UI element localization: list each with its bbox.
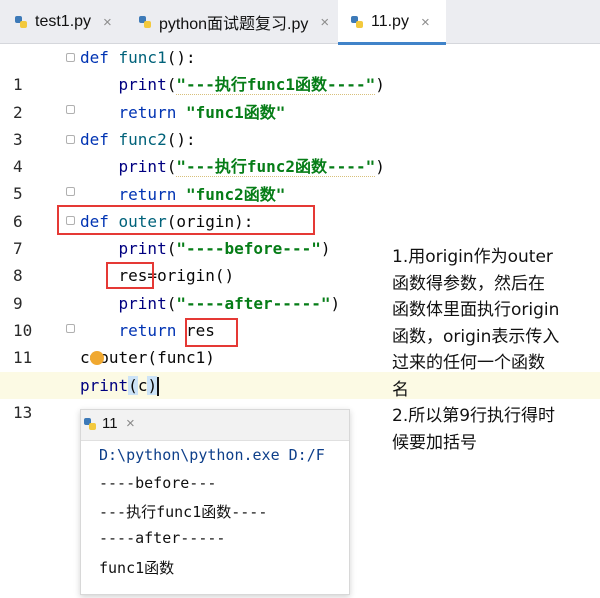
code-text: print("---执行func2函数----") (118, 157, 385, 178)
tab-11-py[interactable]: 11.py × (338, 0, 446, 45)
editor-tab-bar: test1.py × python面试题复习.py × 11.py × (0, 0, 600, 45)
fold-marker-icon[interactable] (66, 53, 75, 62)
close-icon[interactable]: × (103, 14, 112, 31)
code-line-6[interactable]: 6 return "func2函数" (0, 181, 600, 231)
highlight-def-outer (57, 205, 315, 235)
note-line: 过来的任何一个函数 (392, 353, 545, 373)
code-line-1[interactable]: 1 def func1(): (0, 44, 600, 94)
python-file-icon (83, 417, 97, 431)
code-text: return "func1函数" (118, 102, 286, 122)
tab-python-review[interactable]: python面试题复习.py × (138, 0, 330, 44)
output-line: func1函数 (99, 559, 175, 577)
code-text: return "func2函数" (118, 184, 286, 204)
note-line: 2.所以第9行执行得时 (392, 406, 556, 426)
code-text: print("----before---") (118, 239, 331, 259)
tab-label: 11.py (371, 13, 409, 30)
fold-marker-icon[interactable] (66, 187, 75, 196)
output-line: ----before--- (99, 474, 217, 492)
python-file-icon (14, 15, 28, 29)
code-line-5[interactable]: 5 print("---执行func2函数----") (0, 153, 600, 203)
highlight-return-res (185, 318, 238, 347)
highlight-res (106, 262, 154, 289)
code-line-4[interactable]: 4 def func2(): (0, 126, 600, 176)
close-icon[interactable]: × (320, 14, 329, 31)
line-number: 13 (13, 402, 33, 422)
fold-marker-icon[interactable] (66, 324, 75, 333)
annotation-note: 1.用origin作为outer 函数得参数，然后在 函数体里面执行origin… (392, 244, 592, 456)
code-text: res=origin() (118, 266, 235, 286)
python-file-icon (138, 15, 152, 29)
close-icon[interactable]: × (421, 14, 430, 31)
code-text: print("---执行func1函数----") (118, 75, 385, 96)
output-line: ----after----- (99, 529, 226, 547)
note-line: 1.用origin作为outer (392, 247, 553, 267)
fold-marker-icon[interactable] (66, 135, 75, 144)
close-icon[interactable]: × (126, 415, 135, 432)
note-line: 函数得参数，然后在 (392, 273, 545, 294)
code-line-3[interactable]: 3 return "func1函数" (0, 99, 600, 149)
code-text: def func1(): (80, 48, 196, 67)
code-text: print(c) (80, 375, 160, 396)
fold-marker-icon[interactable] (66, 105, 75, 114)
run-output-panel: 11 × D:\python\python.exe D:/F ----befor… (80, 409, 350, 595)
lightbulb-icon[interactable] (90, 351, 104, 365)
note-line: 函数体里面执行origin (392, 300, 560, 320)
output-line: D:\python\python.exe D:/F (99, 446, 325, 464)
tab-label: test1.py (35, 13, 92, 30)
code-line-2[interactable]: 2 print("---执行func1函数----") (0, 71, 600, 122)
code-text: def func2(): (80, 129, 196, 149)
tab-test1[interactable]: test1.py × (14, 0, 126, 44)
run-panel-header: 11 × (81, 410, 349, 441)
python-file-icon (350, 15, 364, 29)
output-line: ---执行func1函数---- (99, 503, 268, 521)
note-line: 函数，origin表示传入 (392, 326, 560, 347)
tab-label: python面试题复习.py (159, 16, 309, 33)
code-text: print("----after-----") (118, 293, 341, 313)
run-tab-label[interactable]: 11 (102, 415, 118, 432)
note-line: 候要加括号 (392, 432, 477, 453)
note-line: 名 (392, 379, 409, 400)
